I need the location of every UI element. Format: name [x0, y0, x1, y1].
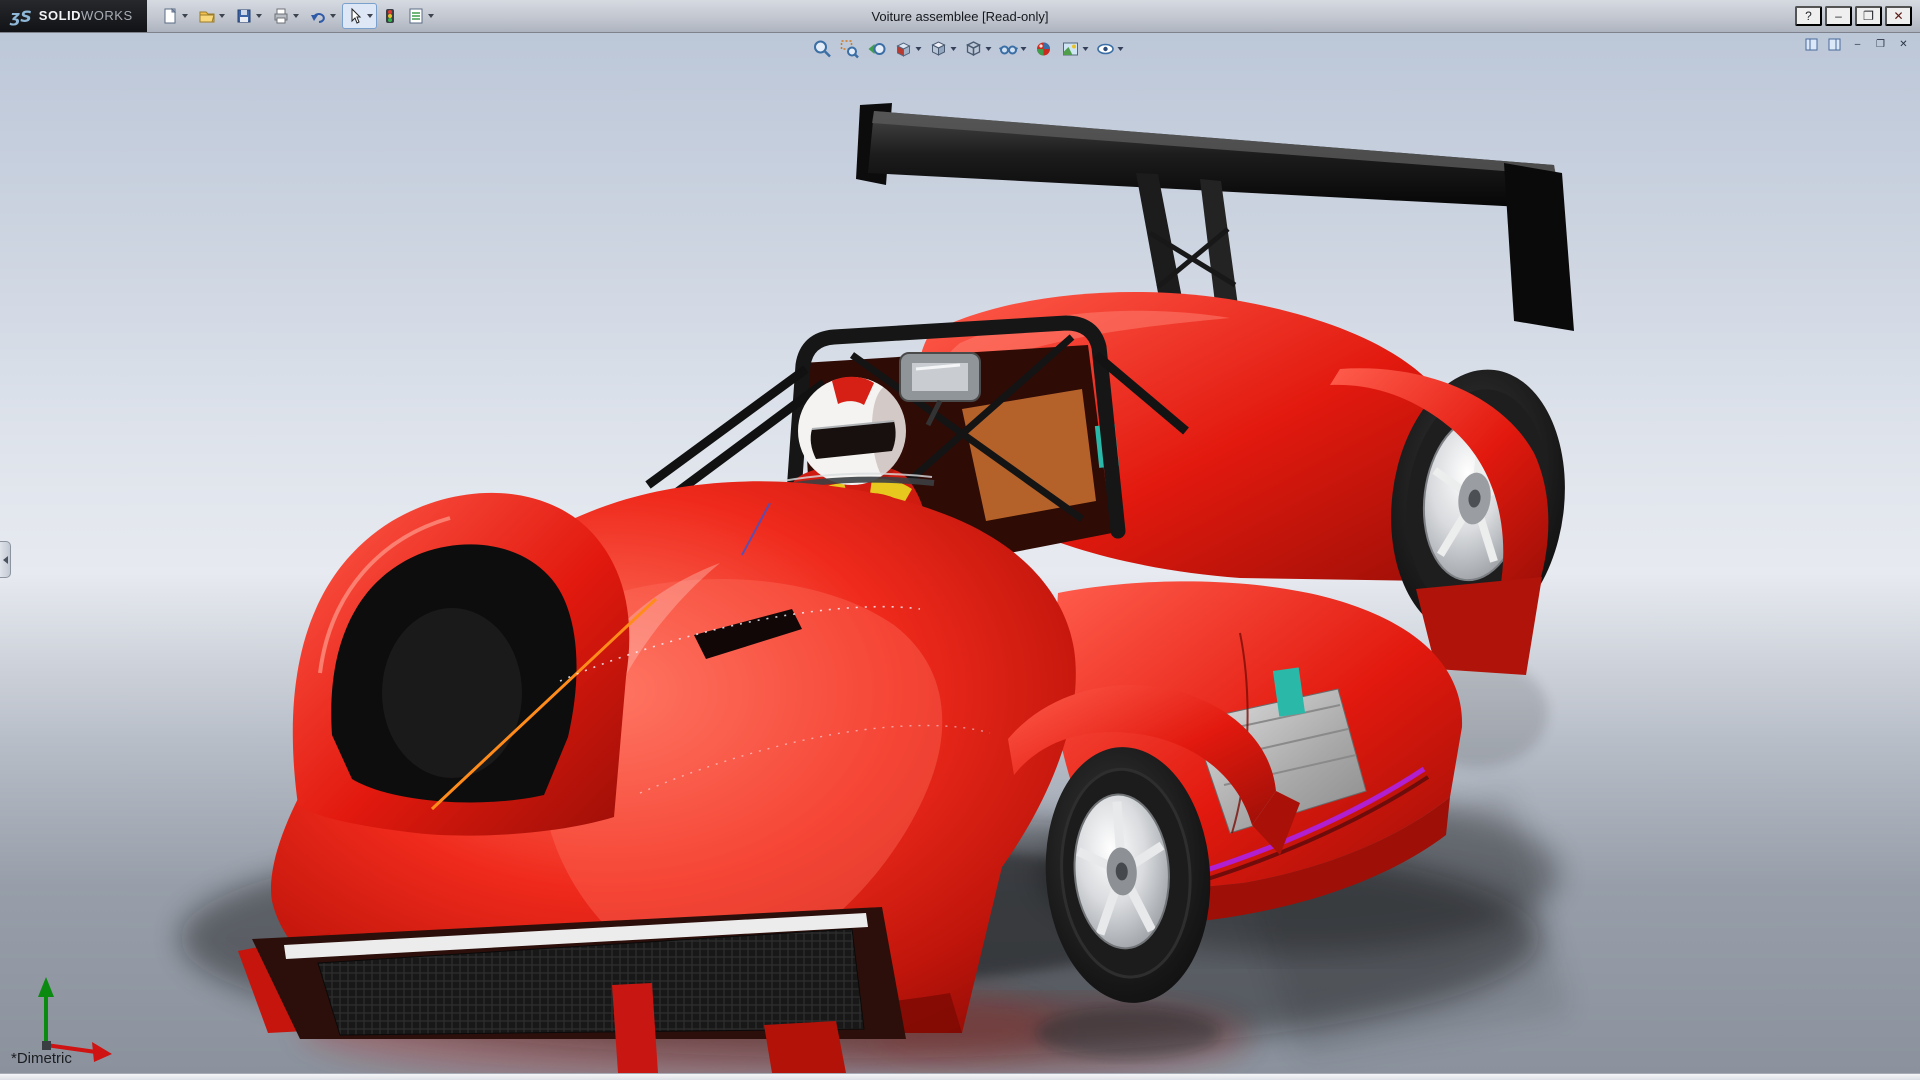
save-button[interactable]: [231, 3, 266, 29]
zoom-to-fit-icon: [812, 39, 832, 59]
pane-split-right-button[interactable]: [1825, 36, 1844, 53]
featuremanager-collapse-tab[interactable]: [0, 541, 11, 578]
display-style-button[interactable]: [960, 36, 994, 61]
new-document-button[interactable]: [157, 3, 192, 29]
undo-button[interactable]: [305, 3, 340, 29]
status-bar: [0, 1073, 1920, 1080]
hide-show-glasses-icon: [998, 39, 1018, 59]
open-document-button[interactable]: [194, 3, 229, 29]
dropdown-caret[interactable]: [1117, 47, 1123, 51]
file-properties-button[interactable]: [403, 3, 438, 29]
dropdown-caret[interactable]: [367, 14, 373, 18]
graphics-viewport[interactable]: – ❐ ✕ *Dimetric: [0, 33, 1920, 1073]
document-restore-button[interactable]: ❐: [1871, 36, 1890, 53]
dropdown-caret[interactable]: [219, 14, 225, 18]
previous-view-button[interactable]: [863, 36, 889, 61]
document-window-controls: – ❐ ✕: [1802, 36, 1913, 53]
section-view-button[interactable]: [890, 36, 924, 61]
view-settings-eye-icon: [1095, 39, 1115, 59]
dassault-logo-icon: ʒS: [10, 7, 32, 26]
main-toolbar: [157, 3, 438, 29]
document-minimize-button[interactable]: –: [1848, 36, 1867, 53]
dropdown-caret[interactable]: [950, 47, 956, 51]
minimize-button[interactable]: –: [1825, 6, 1852, 26]
collapse-arrow-icon: [3, 556, 8, 564]
pane-left-icon: [1805, 38, 1818, 51]
print-button[interactable]: [268, 3, 303, 29]
save-floppy-icon: [235, 7, 253, 25]
zoom-to-area-icon: [839, 39, 859, 59]
window-controls: ? – ❐ ✕: [1795, 6, 1920, 26]
dropdown-caret[interactable]: [182, 14, 188, 18]
section-view-icon: [893, 39, 913, 59]
zoom-to-fit-button[interactable]: [809, 36, 835, 61]
appearance-ball-icon: [1033, 39, 1053, 59]
restore-button[interactable]: ❐: [1855, 6, 1882, 26]
model-viewport-canvas[interactable]: [0, 33, 1920, 1073]
open-folder-icon: [198, 7, 216, 25]
pane-right-icon: [1828, 38, 1841, 51]
dropdown-caret[interactable]: [1082, 47, 1088, 51]
new-document-icon: [161, 7, 179, 25]
rebuild-button[interactable]: [379, 3, 401, 29]
heads-up-view-toolbar: [805, 35, 1130, 62]
document-title: Voiture assemblee [Read-only]: [871, 9, 1048, 24]
hide-show-items-button[interactable]: [995, 36, 1029, 61]
previous-view-icon: [866, 39, 886, 59]
zoom-to-area-button[interactable]: [836, 36, 862, 61]
help-button[interactable]: ?: [1795, 6, 1822, 26]
dropdown-caret[interactable]: [256, 14, 262, 18]
document-close-button[interactable]: ✕: [1894, 36, 1913, 53]
dropdown-caret[interactable]: [293, 14, 299, 18]
dropdown-caret[interactable]: [428, 14, 434, 18]
title-bar: ʒS SOLIDWORKS: [0, 0, 1920, 33]
view-orientation-button[interactable]: [925, 36, 959, 61]
printer-icon: [272, 7, 290, 25]
brand-name: SOLIDWORKS: [39, 7, 133, 25]
view-orientation-cube-icon: [928, 39, 948, 59]
pane-split-left-button[interactable]: [1802, 36, 1821, 53]
undo-arrow-icon: [309, 7, 327, 25]
close-button[interactable]: ✕: [1885, 6, 1912, 26]
select-button[interactable]: [342, 3, 377, 29]
dropdown-caret[interactable]: [915, 47, 921, 51]
front-left-fender: [293, 493, 630, 836]
apply-scene-icon: [1060, 39, 1080, 59]
dropdown-caret[interactable]: [985, 47, 991, 51]
view-orientation-label: *Dimetric: [11, 1050, 72, 1067]
dropdown-caret[interactable]: [1020, 47, 1026, 51]
file-properties-icon: [407, 7, 425, 25]
dropdown-caret[interactable]: [330, 14, 336, 18]
rebuild-traffic-light-icon: [383, 7, 397, 25]
apply-scene-button[interactable]: [1057, 36, 1091, 61]
solidworks-logo: ʒS SOLIDWORKS: [0, 0, 147, 32]
select-cursor-icon: [346, 7, 364, 25]
view-settings-button[interactable]: [1092, 36, 1126, 61]
display-style-icon: [963, 39, 983, 59]
edit-appearance-button[interactable]: [1030, 36, 1056, 61]
